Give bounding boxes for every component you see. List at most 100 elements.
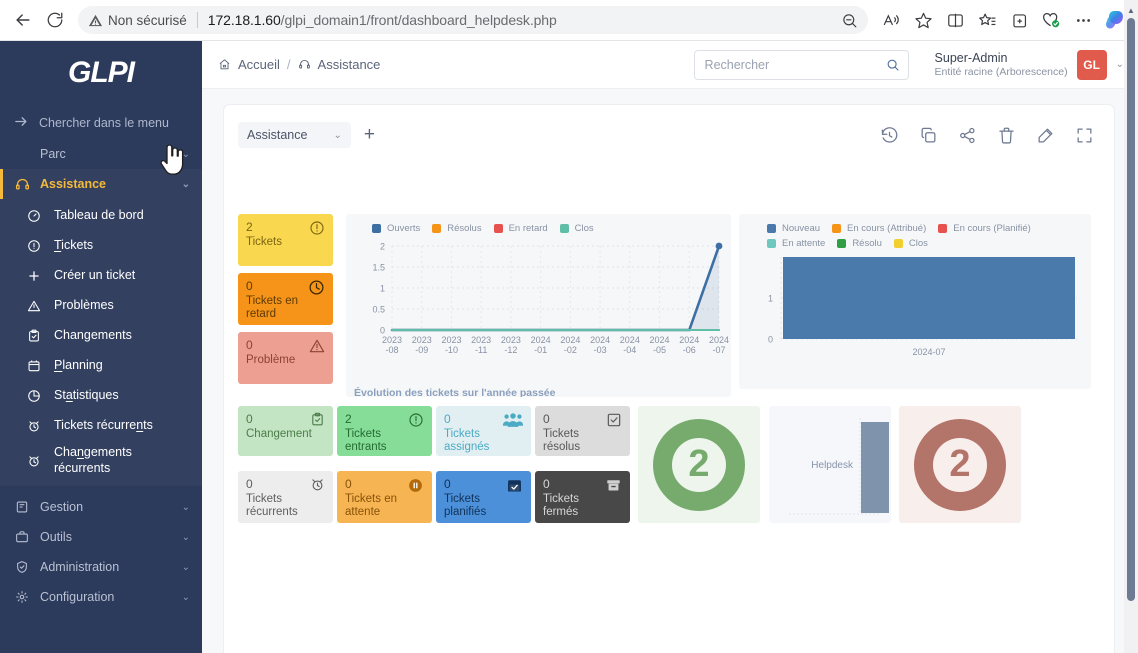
series-area xyxy=(392,246,719,330)
browser-essentials-icon[interactable] xyxy=(1036,5,1066,35)
ticket-icon xyxy=(26,239,42,253)
legend-swatch xyxy=(372,224,381,233)
sidebar-item-problemes[interactable]: Problèmes xyxy=(0,291,202,321)
alarm-icon xyxy=(26,454,42,468)
legend-item[interactable]: En cours (Attribué) xyxy=(832,223,926,234)
y-tick-label: 1 xyxy=(768,293,773,303)
dashboard-panel: Assistance ⌄ + 2 Tickets 0 Tickets en re… xyxy=(224,105,1114,653)
sidebar-item-label: Tickets récurrents xyxy=(54,418,153,433)
x-tick-label: 2024-07 xyxy=(709,335,729,355)
x-tick-month: -08 xyxy=(385,345,398,355)
x-tick-label: 2023-12 xyxy=(501,335,521,355)
kpi-card-tickets-recurrents[interactable]: 0 Tickets récurrents xyxy=(238,471,333,523)
address-bar[interactable]: Non sécurisé 172.18.1.60/glpi_domain1/fr… xyxy=(78,6,868,34)
avatar[interactable]: GL xyxy=(1076,49,1107,80)
kpi-card-tickets-fermes[interactable]: 0 Tickets fermés xyxy=(535,471,630,523)
kpi-card-tickets-resolus[interactable]: 0 Tickets résolus xyxy=(535,406,630,456)
sidebar-item-statistiques[interactable]: Statistiques xyxy=(0,381,202,411)
ticket-status-bar-chart: 0 1 2024-07 xyxy=(768,257,1077,357)
add-dashboard-button[interactable]: + xyxy=(364,124,375,146)
pause-circle-icon xyxy=(407,477,424,499)
search-box[interactable] xyxy=(693,49,909,80)
search-icon[interactable] xyxy=(886,58,900,72)
kpi-card-tickets-assignes[interactable]: 0 Tickets assignés xyxy=(436,406,531,456)
kpi-card-changement[interactable]: 0 Changement xyxy=(238,406,333,456)
sidebar-item-outils[interactable]: Outils ⌄ xyxy=(0,522,202,552)
user-menu[interactable]: Super-Admin Entité racine (Arborescence)… xyxy=(935,49,1124,80)
history-icon[interactable] xyxy=(880,126,899,145)
x-tick-year: 2024 xyxy=(531,335,551,345)
legend-item[interactable]: Nouveau xyxy=(767,223,820,234)
sidebar-item-parc[interactable]: Parc ⌄ xyxy=(0,139,202,169)
sidebar-item-tickets-recurrents[interactable]: Tickets récurrents xyxy=(0,411,202,441)
back-arrow-icon[interactable] xyxy=(8,5,38,35)
sidebar-item-assistance[interactable]: Assistance ⌄ xyxy=(0,169,202,199)
edit-icon[interactable] xyxy=(1036,126,1055,145)
legend-item[interactable]: En cours (Planifié) xyxy=(938,223,1031,234)
legend-item[interactable]: Clos xyxy=(559,223,594,234)
helpdesk-bar-card[interactable]: Helpdesk xyxy=(769,406,891,523)
headset-icon xyxy=(298,58,311,71)
sidebar-item-label: Problèmes xyxy=(54,298,114,313)
sidebar-item-tickets[interactable]: Tickets xyxy=(0,231,202,261)
sidebar-item-creer-un-ticket[interactable]: Créer un ticket xyxy=(0,261,202,291)
favorites-list-icon[interactable] xyxy=(972,5,1002,35)
sidebar-item-changements[interactable]: Changements xyxy=(0,321,202,351)
clone-icon[interactable] xyxy=(919,126,938,145)
sidebar-item-planning[interactable]: Planning xyxy=(0,351,202,381)
legend-item[interactable]: Résolu xyxy=(837,238,882,249)
split-screen-icon[interactable] xyxy=(940,5,970,35)
scrollbar-thumb[interactable] xyxy=(1127,18,1135,601)
read-aloud-icon[interactable] xyxy=(876,5,906,35)
legend-item[interactable]: Ouverts xyxy=(372,223,420,234)
search-input[interactable] xyxy=(704,57,886,72)
sidebar-item-tableau-de-bord[interactable]: Tableau de bord xyxy=(0,201,202,231)
page-scrollbar[interactable]: ▲ xyxy=(1124,0,1138,653)
legend-label: Clos xyxy=(574,223,594,234)
browser-actions xyxy=(876,5,1130,35)
legend-item[interactable]: Résolus xyxy=(432,223,482,234)
x-tick-month: -06 xyxy=(683,345,696,355)
sidebar-menu-search[interactable]: Chercher dans le menu xyxy=(0,107,202,139)
legend-item[interactable]: En retard xyxy=(493,223,548,234)
trash-icon[interactable] xyxy=(997,126,1016,145)
sidebar-item-changements-recurrents[interactable]: Changements récurrents xyxy=(0,441,202,480)
tickets-total-donut-card[interactable]: 2 xyxy=(638,406,760,523)
reload-icon[interactable] xyxy=(40,5,70,35)
kpi-card-probleme[interactable]: 0 Problème xyxy=(238,332,333,384)
dashboard-toolbar: Assistance ⌄ + xyxy=(238,115,1100,155)
kpi-card-tickets[interactable]: 2 Tickets xyxy=(238,214,333,266)
kpi-card-tickets-en-attente[interactable]: 0 Tickets en attente xyxy=(337,471,432,523)
dashboard-selector[interactable]: Assistance ⌄ xyxy=(238,122,351,148)
tickets-closed-donut-card[interactable]: 2 xyxy=(899,406,1021,523)
kpi-card-tickets-entrants[interactable]: 2 Tickets entrants xyxy=(337,406,432,456)
alarm-icon xyxy=(26,419,42,433)
series-point xyxy=(715,242,723,250)
chevron-down-icon[interactable]: ⌄ xyxy=(1116,59,1124,70)
kpi-card-tickets-en-retard[interactable]: 0 Tickets en retard xyxy=(238,273,333,325)
scroll-up-arrow[interactable]: ▲ xyxy=(1124,2,1138,18)
collections-icon[interactable] xyxy=(1004,5,1034,35)
briefcase-icon xyxy=(14,530,30,544)
ticket-evolution-chart-card[interactable]: Ouverts Résolus En retard Clos 0 0.5 1 1.5 2 202… xyxy=(346,214,731,397)
y-tick-label: 1 xyxy=(380,283,385,293)
legend-swatch xyxy=(493,224,503,233)
more-options-icon[interactable] xyxy=(1068,5,1098,35)
kpi-card-tickets-planifies[interactable]: 0 Tickets planifiés xyxy=(436,471,531,523)
kpi-label: Changement xyxy=(246,427,312,440)
x-tick-month: -02 xyxy=(564,345,577,355)
legend-label: En cours (Planifié) xyxy=(953,223,1031,234)
breadcrumb-home[interactable]: Accueil xyxy=(238,57,280,72)
fullscreen-icon[interactable] xyxy=(1075,126,1094,145)
zoom-out-icon[interactable] xyxy=(841,12,858,29)
sidebar-item-configuration[interactable]: Configuration ⌄ xyxy=(0,582,202,612)
favorite-star-icon[interactable] xyxy=(908,5,938,35)
legend-item[interactable]: Clos xyxy=(893,238,928,249)
sidebar-item-gestion[interactable]: Gestion ⌄ xyxy=(0,492,202,522)
ticket-status-bar-chart-card[interactable]: Nouveau En cours (Attribué) En cours (Plan… xyxy=(739,214,1091,389)
clock-icon xyxy=(308,279,325,301)
sidebar-item-administration[interactable]: Administration ⌄ xyxy=(0,552,202,582)
share-icon[interactable] xyxy=(958,126,977,145)
sidebar-item-label-a: St xyxy=(54,388,66,403)
legend-item[interactable]: En attente xyxy=(767,238,825,249)
